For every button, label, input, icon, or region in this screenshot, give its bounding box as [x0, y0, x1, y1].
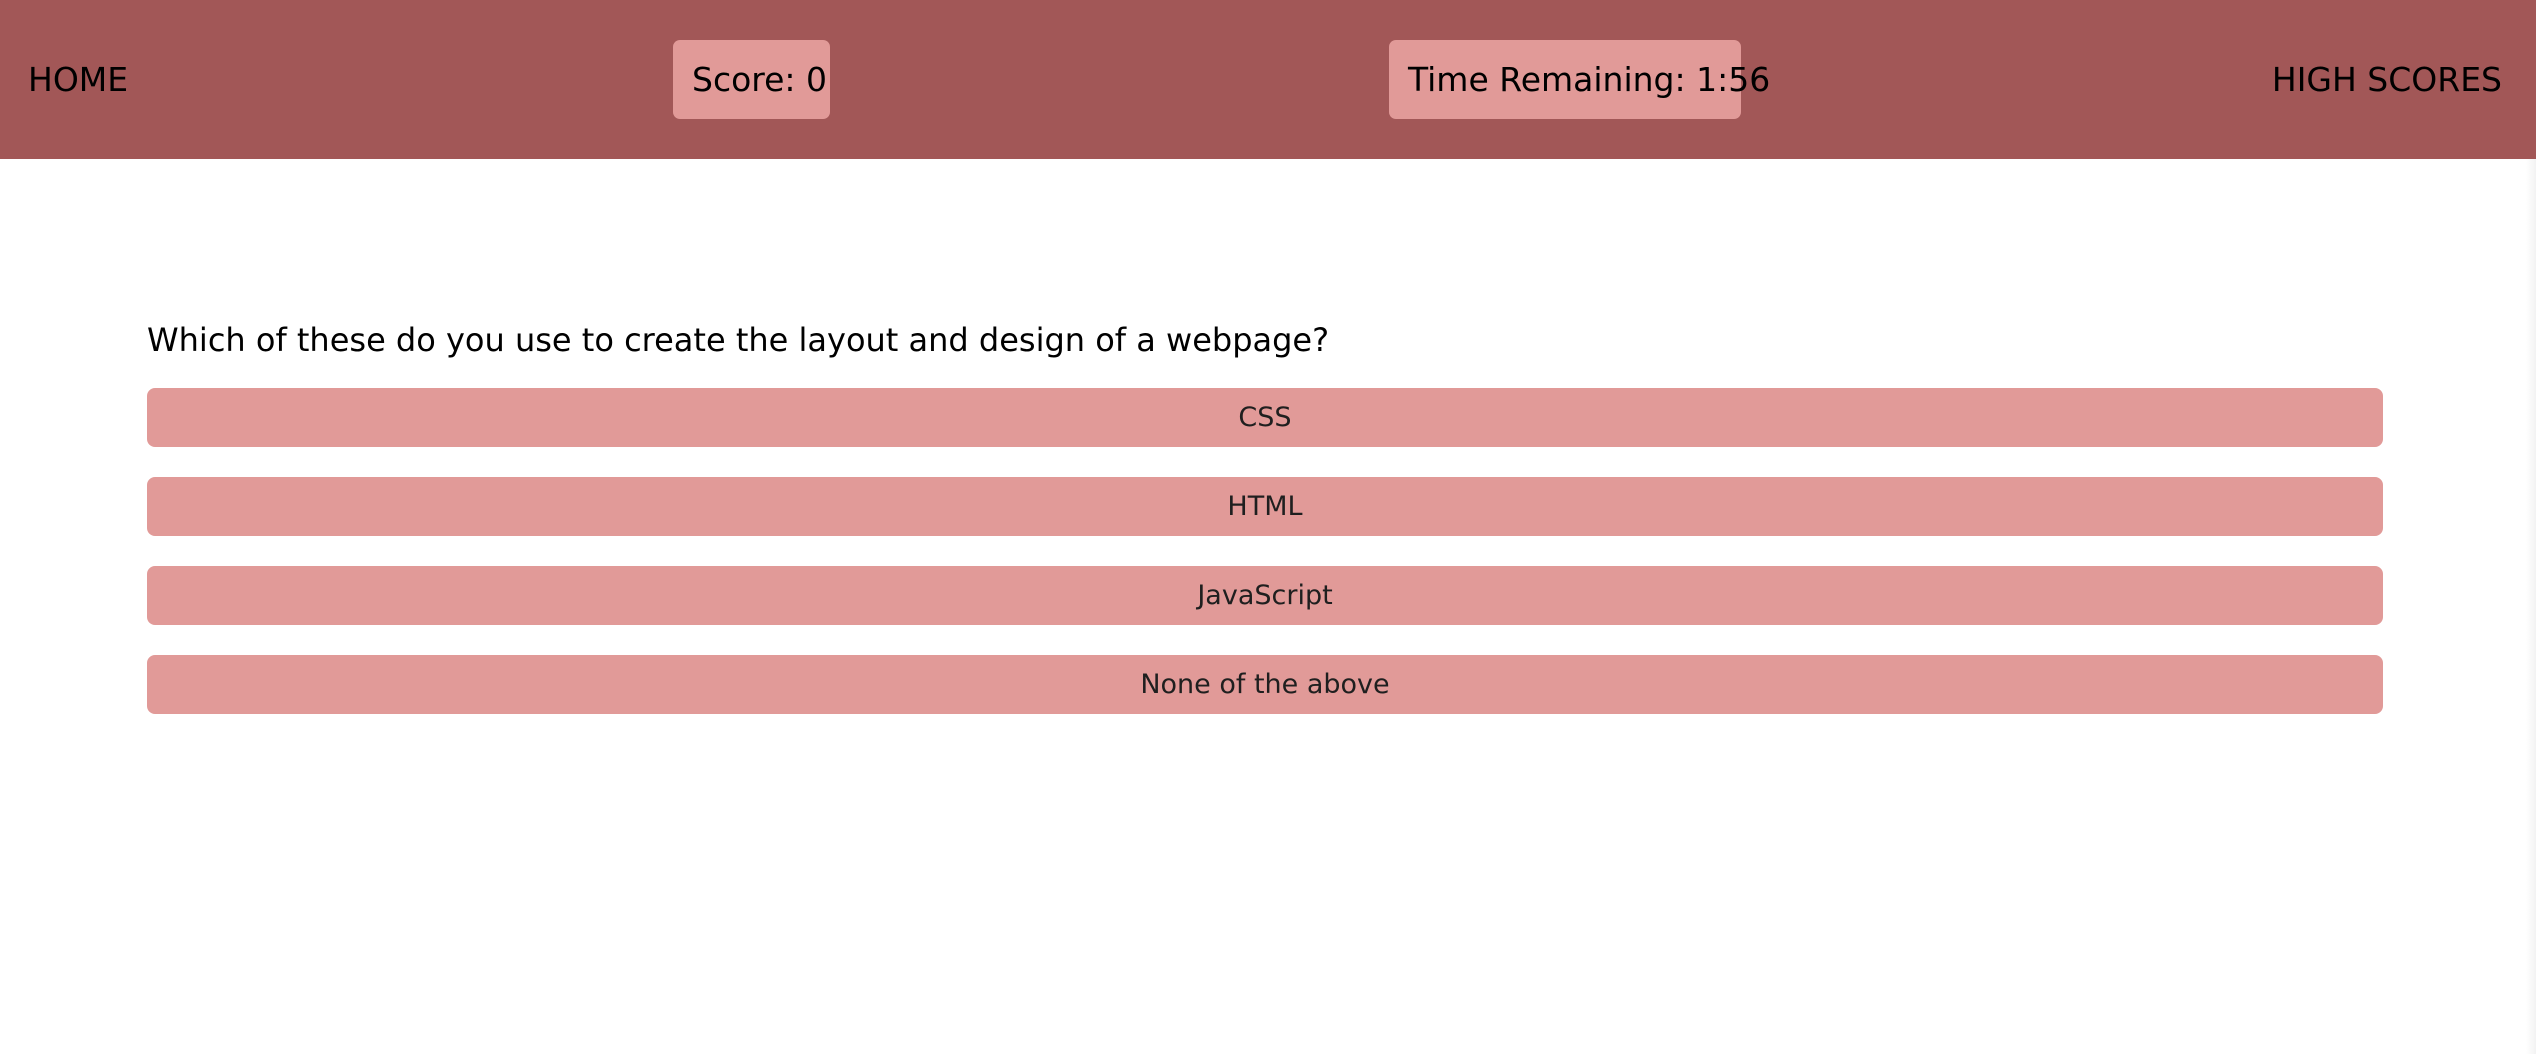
answer-button-javascript[interactable]: JavaScript — [147, 566, 2383, 625]
answer-list: CSS HTML JavaScript None of the above — [147, 388, 2383, 744]
top-nav-bar: HOME Score: 0 Time Remaining: 1:56 HIGH … — [0, 0, 2536, 159]
answer-button-html[interactable]: HTML — [147, 477, 2383, 536]
time-remaining-display: Time Remaining: 1:56 — [1389, 40, 1770, 119]
high-scores-link[interactable]: HIGH SCORES — [2272, 50, 2502, 110]
answer-button-none-of-the-above[interactable]: None of the above — [147, 655, 2383, 714]
home-link[interactable]: HOME — [28, 50, 128, 110]
answer-button-css[interactable]: CSS — [147, 388, 2383, 447]
score-display: Score: 0 — [673, 40, 830, 119]
scrollbar-edge — [2526, 159, 2536, 1054]
question-text: Which of these do you use to create the … — [147, 321, 1330, 359]
